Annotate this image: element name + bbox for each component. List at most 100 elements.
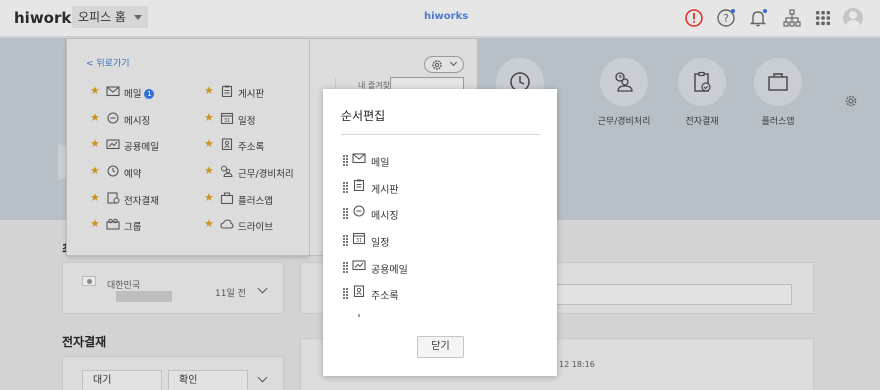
chat-icon <box>106 112 120 127</box>
clock-icon <box>106 165 120 180</box>
mail-icon <box>352 152 366 167</box>
partial-icon <box>352 312 366 317</box>
fav-label: 플러스앱 <box>238 196 273 207</box>
time-ago-label: 11일 전 <box>215 289 246 299</box>
hero-item-plus-app[interactable]: 플러스앱 <box>748 58 808 127</box>
fav-label: 주소록 <box>238 142 265 153</box>
board-icon <box>352 179 366 194</box>
star-icon[interactable]: ★ <box>90 112 100 124</box>
calendar-icon: 31 <box>352 232 366 247</box>
fav-label: 메일 <box>124 89 142 100</box>
star-icon[interactable]: ★ <box>204 165 214 177</box>
star-icon[interactable]: ★ <box>204 138 214 150</box>
gear-icon[interactable] <box>844 94 858 111</box>
fav-label: 게시판 <box>238 89 265 100</box>
hero-label: 플러스앱 <box>761 117 795 127</box>
drag-handle-icon[interactable] <box>343 235 349 247</box>
chat-icon <box>352 205 366 220</box>
star-icon[interactable]: ★ <box>90 138 100 150</box>
office-home-select[interactable]: 오피스 홈 <box>72 6 148 28</box>
help-icon[interactable]: ? <box>716 8 736 28</box>
top-bar: hiworks 오피스 홈 hiworks ? <box>0 0 880 37</box>
svg-text:31: 31 <box>356 238 362 244</box>
hero-label: 근무/경비처리 <box>597 117 651 127</box>
favorites-settings-button[interactable] <box>424 56 464 73</box>
approval-icon <box>106 192 120 207</box>
login-history-card <box>62 262 284 314</box>
chevron-down-icon <box>449 58 458 67</box>
org-chart-icon[interactable] <box>782 8 802 28</box>
fav-label: 근무/경비처리 <box>238 169 294 180</box>
clipboard-check-icon <box>678 58 726 106</box>
fav-label: 일정 <box>238 116 256 127</box>
close-button[interactable]: 닫기 <box>417 336 464 358</box>
drag-handle-icon[interactable] <box>343 208 349 220</box>
hero-item-work-expense[interactable]: 근무/경비처리 <box>594 58 654 127</box>
fav-label: 예약 <box>124 169 142 180</box>
fav-label: 메시징 <box>124 116 151 127</box>
star-icon[interactable]: ★ <box>90 192 100 204</box>
drag-handle-icon[interactable] <box>343 288 349 300</box>
drag-handle-icon[interactable] <box>343 261 349 273</box>
modal-divider <box>341 134 540 135</box>
order-item-board[interactable]: 게시판 <box>341 178 541 205</box>
bag-icon <box>220 192 234 207</box>
tab-waiting[interactable]: 대기 <box>82 370 162 390</box>
star-icon[interactable]: ★ <box>204 218 214 230</box>
order-item-label: 공용메일 <box>371 264 408 276</box>
hero-label: 전자결재 <box>685 117 719 127</box>
center-logo: hiworks <box>424 11 469 22</box>
tab-confirm[interactable]: 확인 <box>168 370 248 390</box>
fav-label: 공용메일 <box>124 142 159 153</box>
gear-icon <box>432 60 442 70</box>
back-link[interactable]: < 뒤로가기 <box>86 56 130 69</box>
order-item-label: 메시징 <box>371 211 399 223</box>
star-icon[interactable]: ★ <box>204 112 214 124</box>
cloud-icon <box>220 218 234 233</box>
unread-badge: 1 <box>144 89 155 99</box>
order-edit-modal: 순서편집 메일 게시판 메시징 31 일정 공용메일 주소록 닫기 <box>323 89 557 376</box>
order-item-label: 주소록 <box>371 291 399 303</box>
user-avatar[interactable] <box>843 8 863 28</box>
order-item-label: 게시판 <box>371 184 399 196</box>
address-book-icon <box>352 285 366 300</box>
masked-ip <box>116 291 172 302</box>
order-list[interactable]: 메일 게시판 메시징 31 일정 공용메일 주소록 <box>341 151 541 317</box>
order-item-label: 일정 <box>371 238 390 250</box>
order-item-mail[interactable]: 메일 <box>341 151 541 178</box>
apps-grid-icon[interactable] <box>813 8 833 28</box>
favorites-panel <box>66 38 310 256</box>
drag-handle-icon[interactable] <box>343 181 349 193</box>
calendar-icon: 31 <box>220 112 234 127</box>
app-logo[interactable]: hiworks <box>14 9 80 27</box>
shared-mail-icon <box>106 138 120 153</box>
order-item-shared-mail[interactable]: 공용메일 <box>341 258 541 285</box>
section-title-approval: 전자결재 <box>62 335 107 349</box>
star-icon[interactable]: ★ <box>204 85 214 97</box>
chevron-down-icon <box>133 15 142 20</box>
memo-input[interactable] <box>556 284 792 305</box>
star-icon[interactable]: ★ <box>90 165 100 177</box>
bell-icon[interactable] <box>748 8 768 28</box>
order-item-calendar[interactable]: 31 일정 <box>341 231 541 258</box>
alert-icon[interactable] <box>684 8 704 28</box>
fav-label: 드라이브 <box>238 222 273 233</box>
office-select-label: 오피스 홈 <box>78 10 126 24</box>
fav-label: 그룹 <box>124 222 142 233</box>
bag-icon <box>754 58 802 106</box>
hero-item-approval[interactable]: 전자결재 <box>672 58 732 127</box>
order-item-address-book[interactable]: 주소록 <box>341 284 541 311</box>
star-icon[interactable]: ★ <box>90 218 100 230</box>
order-item-partial[interactable] <box>341 311 541 317</box>
drag-handle-icon[interactable] <box>343 155 349 166</box>
order-item-label: 메일 <box>371 158 390 169</box>
order-item-messaging[interactable]: 메시징 <box>341 204 541 231</box>
star-icon[interactable]: ★ <box>90 85 100 97</box>
modal-title: 순서편집 <box>341 109 386 123</box>
star-icon[interactable]: ★ <box>204 192 214 204</box>
korea-flag-icon <box>82 276 96 286</box>
svg-text:31: 31 <box>224 118 230 124</box>
group-icon <box>106 218 120 233</box>
shared-mail-icon <box>352 259 366 274</box>
timestamp-label: 12 18:16 <box>559 360 595 369</box>
